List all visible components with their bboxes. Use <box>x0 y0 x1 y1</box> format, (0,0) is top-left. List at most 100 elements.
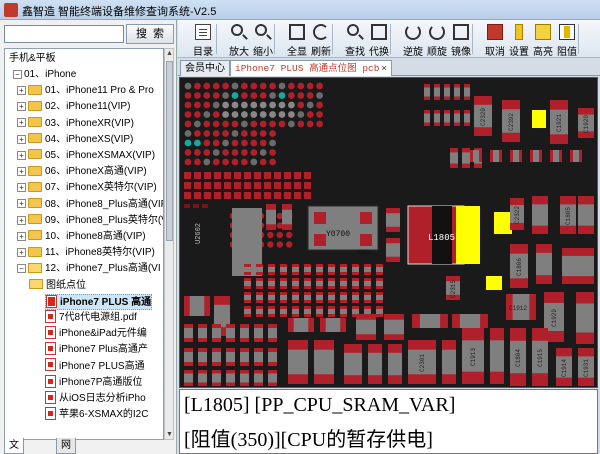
ball-pad[interactable] <box>276 241 283 248</box>
ball-pad[interactable] <box>259 92 267 99</box>
ball-pad[interactable] <box>222 92 229 99</box>
crystal-pad[interactable] <box>360 234 372 246</box>
capacitor-pad[interactable] <box>376 314 383 317</box>
ball-pad[interactable] <box>194 149 201 156</box>
capacitor-pad[interactable] <box>376 292 383 295</box>
capacitor-pad[interactable] <box>464 84 470 88</box>
capacitor-pad[interactable] <box>256 314 263 317</box>
capacitor-pad[interactable] <box>288 340 308 350</box>
capacitor-pad[interactable] <box>550 150 553 162</box>
capacitor-pad[interactable] <box>304 306 311 309</box>
capacitor-pad[interactable] <box>578 377 594 386</box>
expand-icon[interactable]: + <box>17 199 26 209</box>
capacitor-pad[interactable] <box>510 198 524 206</box>
ball-pad[interactable] <box>250 139 258 147</box>
toolbar-button-replace[interactable]: 代换 <box>366 22 392 58</box>
close-tab-icon[interactable]: × <box>381 63 387 74</box>
capacitor-pad[interactable] <box>464 110 470 114</box>
ball-pad[interactable] <box>316 111 323 118</box>
ball-pad[interactable] <box>267 231 274 239</box>
ball-pad[interactable] <box>241 158 248 166</box>
capacitor-pad[interactable] <box>502 100 520 110</box>
capacitor-pad[interactable] <box>579 150 582 162</box>
tree-item[interactable]: iPhone7 PLUS 高通 <box>45 293 153 310</box>
capacitor-pad[interactable] <box>280 286 287 289</box>
capacitor-pad[interactable] <box>240 370 249 374</box>
capacitor-pad[interactable] <box>304 286 311 289</box>
expand-icon[interactable]: + <box>17 215 26 225</box>
smd-pad[interactable] <box>184 182 191 189</box>
capacitor-pad[interactable] <box>266 204 276 210</box>
capacitor-pad[interactable] <box>340 278 347 281</box>
ball-pad[interactable] <box>306 101 314 109</box>
capacitor-pad[interactable] <box>316 264 323 267</box>
capacitor-pad[interactable] <box>268 338 277 342</box>
capacitor-pad[interactable] <box>376 300 383 303</box>
ball-pad[interactable] <box>184 111 192 118</box>
highlight-pad[interactable] <box>494 212 512 234</box>
capacitor-pad[interactable] <box>444 122 450 126</box>
ball-pad[interactable] <box>316 120 323 128</box>
capacitor-pad[interactable] <box>340 264 347 267</box>
capacitor-pad[interactable] <box>184 296 190 316</box>
capacitor-pad[interactable] <box>280 314 287 317</box>
ball-pad[interactable] <box>194 92 201 99</box>
ball-pad[interactable] <box>203 101 211 109</box>
tree-scrollbar[interactable]: ▲ ▼ <box>164 48 174 440</box>
capacitor-pad[interactable] <box>384 314 404 320</box>
capacitor-pad[interactable] <box>268 370 277 374</box>
capacitor-pad[interactable] <box>244 264 251 267</box>
ball-pad[interactable] <box>231 120 239 128</box>
capacitor-pad[interactable] <box>292 264 299 267</box>
capacitor-pad[interactable] <box>352 300 359 303</box>
ball-pad[interactable] <box>212 82 220 90</box>
crystal-pad[interactable] <box>314 234 326 246</box>
ball-pad[interactable] <box>306 120 314 128</box>
capacitor-pad[interactable] <box>268 300 275 303</box>
ball-pad[interactable] <box>241 149 248 156</box>
ball-pad[interactable] <box>259 158 267 166</box>
capacitor-pad[interactable] <box>440 314 448 328</box>
capacitor-pad[interactable] <box>304 278 311 281</box>
capacitor-pad[interactable] <box>480 314 488 328</box>
capacitor-pad[interactable] <box>578 248 594 256</box>
capacitor-pad[interactable] <box>356 314 376 320</box>
capacitor-pad[interactable] <box>212 338 221 342</box>
capacitor-pad[interactable] <box>316 314 323 317</box>
toolbar-button-mirror[interactable]: 镜像 <box>448 22 474 58</box>
capacitor-pad[interactable] <box>256 292 263 295</box>
tree-item[interactable]: iPhone7 Plus高通产 <box>45 342 148 358</box>
capacitor-pad[interactable] <box>256 300 263 303</box>
capacitor-pad[interactable] <box>184 338 193 342</box>
capacitor-pad[interactable] <box>198 324 207 328</box>
capacitor-pad[interactable] <box>268 362 277 366</box>
ball-pad[interactable] <box>276 231 283 239</box>
ball-pad[interactable] <box>267 241 274 248</box>
smd-pad[interactable] <box>264 192 271 199</box>
capacitor-pad[interactable] <box>434 110 440 114</box>
capacitor-pad[interactable] <box>314 340 334 350</box>
ball-pad[interactable] <box>203 158 211 166</box>
capacitor-pad[interactable] <box>254 370 263 374</box>
smd-pad[interactable] <box>224 192 231 199</box>
capacitor-pad[interactable] <box>474 127 492 136</box>
ball-pad[interactable] <box>316 101 323 109</box>
capacitor-pad[interactable] <box>226 324 235 328</box>
pcb-board-view[interactable]: C2320 C2392 C1921 C1920 Y0700 GND L1805 U2602 C2… <box>180 78 598 388</box>
capacitor-pad[interactable] <box>256 286 263 289</box>
capacitor-pad[interactable] <box>352 292 359 295</box>
capacitor-pad[interactable] <box>510 278 528 288</box>
capacitor-pad[interactable] <box>254 348 263 352</box>
capacitor-pad[interactable] <box>510 244 528 254</box>
ball-pad[interactable] <box>194 158 201 166</box>
capacitor-pad[interactable] <box>544 292 564 303</box>
ball-pad[interactable] <box>278 111 286 118</box>
ball-pad[interactable] <box>241 101 248 109</box>
smd-pad[interactable] <box>234 172 241 179</box>
ball-pad[interactable] <box>288 111 295 118</box>
capacitor-pad[interactable] <box>340 318 346 332</box>
ball-pad[interactable] <box>231 130 239 137</box>
capacitor-pad[interactable] <box>578 196 594 205</box>
capacitor-pad[interactable] <box>316 272 323 275</box>
ball-pad[interactable] <box>203 120 211 128</box>
